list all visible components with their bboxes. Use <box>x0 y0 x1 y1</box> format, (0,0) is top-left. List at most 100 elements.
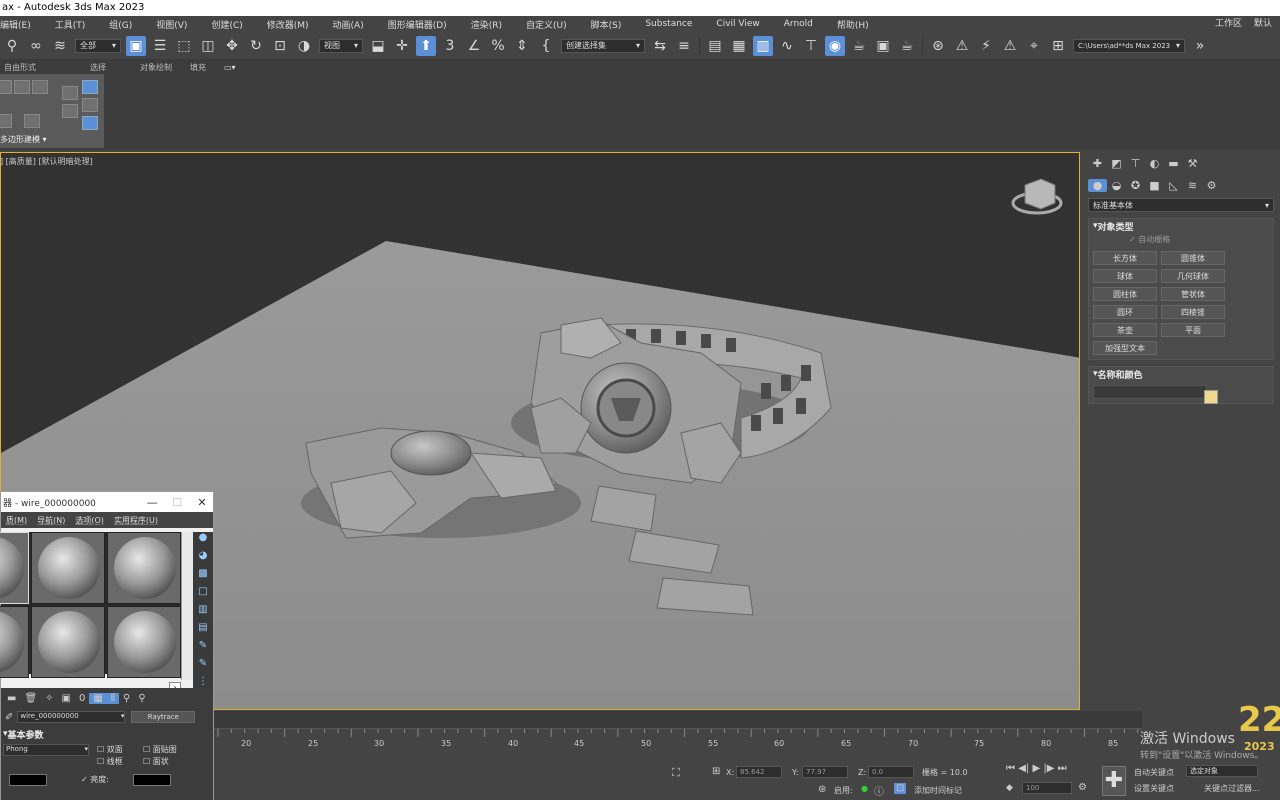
angle-snap-icon[interactable]: ∠ <box>464 36 484 56</box>
bind-space-warp-icon[interactable]: ≋ <box>50 36 70 56</box>
z-coordinate-field[interactable]: 0.0 <box>868 766 914 778</box>
material-slot[interactable] <box>31 606 105 678</box>
timeline-ruler[interactable]: 20 25 30 35 40 45 50 55 60 65 70 75 80 8… <box>214 728 1142 750</box>
maximize-icon[interactable]: ☐ <box>166 496 188 509</box>
info-icon[interactable]: ⓘ <box>874 783 884 798</box>
auto-key-button[interactable]: 自动关键点 <box>1134 767 1174 778</box>
rect-selection-icon[interactable]: ⬚ <box>174 36 194 56</box>
menu-group[interactable]: 组(G) <box>97 18 144 31</box>
modify-tab-icon[interactable]: ◩ <box>1107 157 1126 170</box>
put-to-library-icon[interactable]: ▣ <box>58 693 75 704</box>
absolute-mode-icon[interactable]: ⊞ <box>712 766 720 777</box>
teapot-button[interactable]: 茶壶 <box>1093 323 1157 337</box>
rotate-icon[interactable]: ↻ <box>246 36 266 56</box>
minimize-icon[interactable]: — <box>141 496 163 509</box>
pyramid-button[interactable]: 四棱锥 <box>1161 305 1225 319</box>
schematic-icon[interactable]: ⊤ <box>801 36 821 56</box>
arnold-icon-3[interactable]: ⚡ <box>976 36 996 56</box>
ribbon-btn-6[interactable] <box>62 104 78 118</box>
go-to-parent-icon[interactable]: ⚲ <box>119 693 134 704</box>
x-coordinate-field[interactable]: 85.642 <box>736 766 782 778</box>
render-icon[interactable]: ☕ <box>897 36 917 56</box>
sphere-button[interactable]: 球体 <box>1093 269 1157 283</box>
ribbon-tab-populate[interactable]: 填充 <box>186 62 220 73</box>
cylinder-button[interactable]: 圆柱体 <box>1093 287 1157 301</box>
scale-icon[interactable]: ⊡ <box>270 36 290 56</box>
render-frame-icon[interactable]: ▣ <box>873 36 893 56</box>
ribbon-btn-8[interactable] <box>0 114 12 128</box>
uv-tiling-icon[interactable]: □ <box>193 586 213 604</box>
menu-help[interactable]: 帮助(H) <box>825 18 881 31</box>
cone-button[interactable]: 圆锥体 <box>1161 251 1225 265</box>
set-key-big-button[interactable]: ✚ <box>1102 766 1126 796</box>
video-color-icon[interactable]: ▥ <box>193 604 213 622</box>
options-icon[interactable]: ✎ <box>193 640 213 658</box>
ribbon-btn-4[interactable] <box>62 86 78 100</box>
make-preview-icon[interactable]: ▤ <box>193 622 213 640</box>
object-name-field[interactable] <box>1093 385 1207 399</box>
material-slot[interactable] <box>107 532 181 604</box>
pivot-icon[interactable]: ⬓ <box>368 36 388 56</box>
mat-menu-material[interactable]: 质(M) <box>1 515 32 526</box>
move-icon[interactable]: ✥ <box>222 36 242 56</box>
material-slot[interactable] <box>0 532 29 604</box>
ambient-color-swatch[interactable] <box>9 774 47 786</box>
text-plus-button[interactable]: 加强型文本 <box>1093 341 1157 355</box>
motion-tab-icon[interactable]: ◐ <box>1145 157 1164 170</box>
ribbon-btn-7[interactable] <box>82 98 98 112</box>
menu-view[interactable]: 视图(V) <box>144 18 199 31</box>
ref-coord-dropdown[interactable]: 视图 ▾ <box>319 38 363 53</box>
material-slot[interactable] <box>31 532 105 604</box>
face-map-checkbox[interactable]: ☐ 面贴图 <box>143 744 177 755</box>
menu-modifiers[interactable]: 修改器(M) <box>255 18 321 31</box>
create-tab-icon[interactable]: ✚ <box>1088 157 1107 170</box>
selection-filter-dropdown[interactable]: 全部 ▾ <box>75 38 121 53</box>
go-forward-icon[interactable]: ⚲ <box>134 693 149 704</box>
select-by-material-icon[interactable]: ✎ <box>193 658 213 676</box>
material-id-icon[interactable]: 0 <box>75 693 89 704</box>
arnold-icon-2[interactable]: ⚠ <box>952 36 972 56</box>
workspace-dropdown[interactable]: 默认 <box>1248 16 1278 32</box>
project-folder-icon[interactable]: ⊞ <box>1048 36 1068 56</box>
render-setup-icon[interactable]: ☕ <box>849 36 869 56</box>
expand-toolbar-icon[interactable]: » <box>1190 36 1210 56</box>
arnold-icon-5[interactable]: ⌖ <box>1024 36 1044 56</box>
mirror-icon[interactable]: ⇆ <box>650 36 670 56</box>
background-icon[interactable]: ▩ <box>193 568 213 586</box>
time-slider-icon[interactable]: ◆ <box>1006 783 1013 793</box>
menu-rendering[interactable]: 渲染(R) <box>459 18 514 31</box>
ribbon-btn-2[interactable] <box>14 80 30 94</box>
backlight-icon[interactable]: ◕ <box>193 550 213 568</box>
previous-frame-icon[interactable]: ◀| <box>1018 763 1029 774</box>
category-dropdown[interactable]: 标准基本体 ▾ <box>1088 198 1274 212</box>
material-type-button[interactable]: Raytrace <box>131 711 196 723</box>
show-end-result-icon[interactable]: ⫴ <box>106 692 120 704</box>
snap-icon[interactable]: 3 <box>440 36 460 56</box>
selection-set-dropdown[interactable]: 创建选择集 ▾ <box>561 38 645 53</box>
put-to-scene-icon[interactable]: ▬ <box>3 693 20 704</box>
scene-explorer-icon[interactable]: ▦ <box>729 36 749 56</box>
viewport-label[interactable]: ] [高质量] [默认明暗处理] <box>0 156 93 167</box>
ribbon-tab-freeform[interactable]: 自由形式 <box>0 62 50 73</box>
ribbon-btn-9[interactable] <box>24 114 40 128</box>
menu-substance[interactable]: Substance <box>633 19 704 29</box>
display-tab-icon[interactable]: ▬ <box>1164 157 1183 170</box>
mat-menu-navigation[interactable]: 导航(N) <box>32 515 70 526</box>
menu-graph-editors[interactable]: 图形编辑器(D) <box>376 18 459 31</box>
polygon-modeling-label[interactable]: 多边形建模 ▾ <box>0 134 47 145</box>
name-color-header[interactable]: ▾ 名称和颜色 <box>1089 367 1273 381</box>
geometry-icon[interactable]: ● <box>1088 178 1107 192</box>
menu-tools[interactable]: 工具(T) <box>43 18 98 31</box>
play-icon[interactable]: ▶ <box>1032 763 1040 774</box>
delete-icon[interactable]: 🗑 <box>20 693 41 704</box>
geosphere-button[interactable]: 几何球体 <box>1161 269 1225 283</box>
material-slot[interactable] <box>107 606 181 678</box>
torus-button[interactable]: 圆环 <box>1093 305 1157 319</box>
systems-icon[interactable]: ⚙ <box>1202 179 1221 192</box>
next-frame-icon[interactable]: |▶ <box>1043 763 1054 774</box>
current-frame-field[interactable]: 100 <box>1022 782 1072 794</box>
material-name-field[interactable]: wire_000000000 ▾ <box>17 711 126 723</box>
helpers-icon[interactable]: ◺ <box>1164 179 1183 192</box>
link-icon[interactable]: ∞ <box>26 36 46 56</box>
arnold-icon-4[interactable]: ⚠ <box>1000 36 1020 56</box>
